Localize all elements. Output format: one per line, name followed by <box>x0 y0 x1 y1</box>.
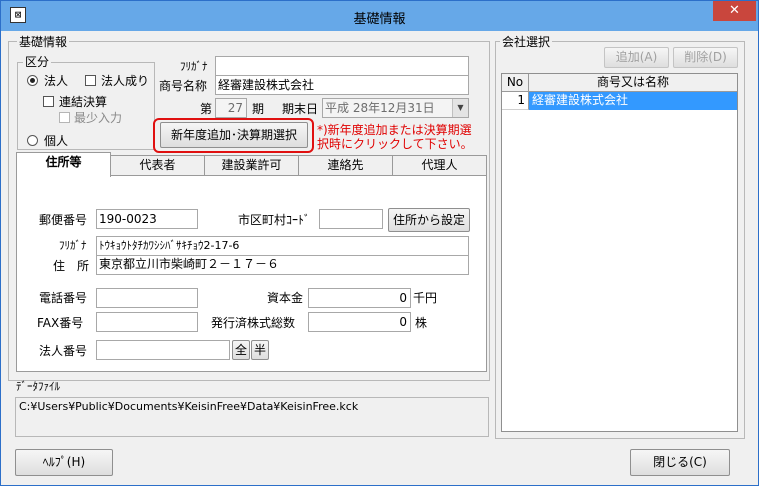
company-list: No 商号又は名称 1 経審建設株式会社 <box>501 73 738 432</box>
shares-input[interactable]: 0 <box>308 312 411 332</box>
column-header-name[interactable]: 商号又は名称 <box>529 74 737 92</box>
hojin-label: 法人 <box>44 74 69 88</box>
phone-input[interactable] <box>96 288 198 308</box>
new-year-button[interactable]: 新年度追加･決算期選択 <box>160 122 308 148</box>
tab-agent[interactable]: 代理人 <box>392 155 487 176</box>
tab-license[interactable]: 建設業許可 <box>204 155 299 176</box>
dai-label: 第 <box>200 102 213 116</box>
city-code-input[interactable] <box>319 209 383 229</box>
data-file-path: C:¥Users¥Public¥Documents¥KeisinFree¥Dat… <box>15 397 489 437</box>
fax-label: FAX番号 <box>37 316 84 330</box>
hankaku-button[interactable]: 半 <box>251 340 269 360</box>
capital-unit: 千円 <box>413 291 438 305</box>
saisho-checkbox[interactable] <box>59 112 70 123</box>
zenkaku-button[interactable]: 全 <box>232 340 250 360</box>
address-furigana-input[interactable]: ﾄｳｷｮｳﾄﾀﾁｶﾜｼｼﾊﾞｻｷﾁｮｳ2-17-6 <box>96 236 469 256</box>
corp-no-label: 法人番号 <box>39 344 88 358</box>
new-year-note: *)新年度追加または決算期選択時にクリックして下さい。 <box>317 123 473 151</box>
capital-input[interactable]: 0 <box>308 288 411 308</box>
window-title: 基礎情報 <box>353 12 406 27</box>
hojin-nari-label: 法人成り <box>101 74 150 88</box>
city-code-label: 市区町村ｺｰﾄﾞ <box>238 213 311 227</box>
data-file-label: ﾃﾞｰﾀﾌｧｲﾙ <box>16 380 60 393</box>
period-input[interactable]: 27 <box>215 98 247 118</box>
add-company-button[interactable]: 追加(A) <box>604 47 669 68</box>
help-button[interactable]: ﾍﾙﾌﾟ(H) <box>15 449 113 476</box>
row-name: 経審建設株式会社 <box>529 92 737 110</box>
phone-label: 電話番号 <box>39 291 88 305</box>
shares-unit: 株 <box>415 316 428 330</box>
column-header-no[interactable]: No <box>502 74 529 92</box>
postal-input[interactable]: 190-0023 <box>96 209 198 229</box>
shogo-label: 商号名称 <box>159 79 208 93</box>
fax-input[interactable] <box>96 312 198 332</box>
address-furigana-label: ﾌﾘｶﾞﾅ <box>59 239 87 252</box>
furigana-label: ﾌﾘｶﾞﾅ <box>180 60 208 73</box>
tab-address[interactable]: 住所等 <box>16 152 111 177</box>
renketsu-label: 連結決算 <box>59 95 108 109</box>
close-icon[interactable]: ✕ <box>713 1 756 21</box>
corp-no-input[interactable] <box>96 340 230 360</box>
tab-contact[interactable]: 連絡先 <box>298 155 393 176</box>
shares-label: 発行済株式総数 <box>211 316 296 330</box>
kojin-label: 個人 <box>44 134 69 148</box>
window: ⊠ 基礎情報 ✕ 基礎情報 区分 法人 法人成り 連結決算 最少入力 個人 ﾌﾘ… <box>0 0 759 486</box>
hojin-radio[interactable] <box>27 75 38 86</box>
ki-label: 期 <box>252 102 265 116</box>
saisho-label: 最少入力 <box>74 111 123 125</box>
set-from-address-button[interactable]: 住所から設定 <box>388 208 470 232</box>
hojin-nari-checkbox[interactable] <box>85 75 96 86</box>
address-input[interactable]: 東京都立川市柴崎町２－１７－６ <box>96 255 469 273</box>
table-row[interactable]: 1 経審建設株式会社 <box>502 92 737 110</box>
title-bar[interactable]: ⊠ 基礎情報 ✕ <box>1 1 758 31</box>
furigana-input[interactable] <box>215 56 469 76</box>
tab-representative[interactable]: 代表者 <box>110 155 205 176</box>
address-line2-input[interactable] <box>96 272 469 275</box>
kimatsu-select[interactable]: 平成 28年12月31日 <box>322 98 469 118</box>
capital-label: 資本金 <box>267 291 304 305</box>
shogo-input[interactable]: 経審建設株式会社 <box>215 75 469 95</box>
kojin-radio[interactable] <box>27 135 38 146</box>
kubun-title: 区分 <box>23 55 52 69</box>
delete-company-button[interactable]: 削除(D) <box>673 47 738 68</box>
close-button[interactable]: 閉じる(C) <box>630 449 730 476</box>
renketsu-checkbox[interactable] <box>43 96 54 107</box>
basic-info-title: 基礎情報 <box>17 35 70 49</box>
row-no: 1 <box>502 92 529 110</box>
address-label: 住 所 <box>53 259 90 273</box>
company-select-title: 会社選択 <box>500 35 553 49</box>
chevron-down-icon[interactable]: ▼ <box>452 99 468 117</box>
radio-dot <box>30 78 35 83</box>
kimatsu-label: 期末日 <box>282 102 319 116</box>
postal-label: 郵便番号 <box>39 213 88 227</box>
